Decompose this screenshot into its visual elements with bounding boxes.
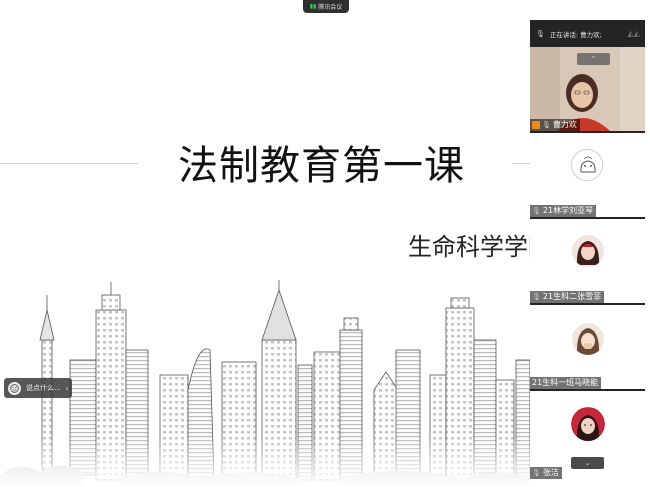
participant-name: 21生科一班马晓能 [532, 378, 599, 387]
emoji-face-icon[interactable] [8, 381, 21, 395]
mic-icon: 🎙 [532, 293, 541, 301]
chat-placeholder-text: 说点什么... [26, 384, 61, 392]
participant-name: 曹力欢 [552, 120, 577, 129]
participant-tile[interactable]: 🎙 21生科二张雪菲 [530, 219, 645, 303]
mic-icon: 🎙 [532, 469, 541, 477]
participant-name: 21林学刘亚琴 [542, 206, 594, 215]
speaking-indicator-bar: 🎙 正在讲话: 曹力欢; ◭◭ [530, 20, 645, 47]
participant-panel: 🎙 正在讲话: 曹力欢; ◭◭ ⌃ 🎙 曹力欢 🎙 21林学刘亚琴 🎙 21生科… [530, 20, 645, 482]
slide-title: 法制教育第一课 [178, 143, 465, 189]
speaking-label: 正在讲话: 曹力欢; [549, 30, 602, 39]
network-signal-icon: ▮▮ [309, 3, 317, 10]
meeting-info-pill[interactable]: ▮▮ 腾讯会议 [303, 0, 349, 13]
chat-quick-input[interactable]: 说点什么... ‹ [4, 378, 72, 398]
mic-icon: 🎙 [536, 29, 545, 38]
scroll-up-button[interactable]: ⌃ [577, 53, 610, 65]
chevron-down-icon: ⌄ [584, 459, 591, 467]
host-icon [532, 121, 540, 129]
participant-name-label: 🎙 张洁 [530, 467, 562, 479]
avatar [572, 235, 604, 267]
title-rule-left [0, 163, 138, 164]
participant-name-label: 🎙 21林学刘亚琴 [530, 205, 597, 217]
participant-tile[interactable]: 🎙 21林学刘亚琴 [530, 133, 645, 217]
participant-name: 21生科二张雪菲 [542, 292, 602, 301]
chevron-up-icon: ⌃ [590, 55, 597, 63]
mic-icon: 🎙 [542, 121, 551, 129]
title-rule-right [512, 163, 530, 164]
participant-name-label: 🎙 曹力欢 [530, 119, 580, 131]
participant-tile[interactable]: ⌄ 🎙 张洁 [530, 391, 645, 482]
layout-icon[interactable]: ◭◭ [628, 29, 640, 38]
avatar [572, 323, 604, 355]
mic-icon: 🎙 [532, 207, 541, 215]
participant-name-label: 21生科一班马晓能 [530, 377, 602, 389]
avatar [571, 407, 605, 441]
scroll-down-button[interactable]: ⌄ [571, 457, 604, 469]
participant-name: 张洁 [542, 468, 559, 477]
skyline-illustration [0, 280, 530, 487]
participant-tile[interactable]: 21生科一班马晓能 [530, 305, 645, 389]
meeting-app-label: 腾讯会议 [318, 4, 343, 11]
participant-name-label: 🎙 21生科二张雪菲 [530, 291, 605, 303]
avatar [571, 149, 603, 181]
participant-tile-video[interactable]: ⌃ 🎙 曹力欢 [530, 47, 645, 131]
collapse-chevron-icon[interactable]: ‹ [62, 384, 72, 393]
